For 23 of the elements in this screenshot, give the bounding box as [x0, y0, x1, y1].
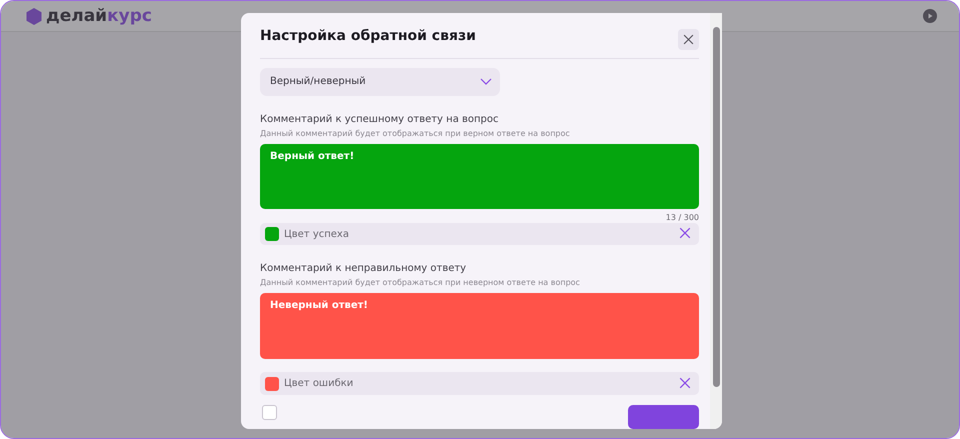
field-hint: Данный комментарий будет отображаться при верном ответе на вопрос: [260, 128, 571, 138]
logo-text: делай: [46, 6, 108, 26]
color-picker[interactable]: Цвет ошибки: [260, 372, 699, 395]
feedback-type-select[interactable]: Верный/неверный: [260, 68, 500, 96]
field-label: Комментарий к неправильному ответу: [260, 263, 468, 274]
chevron-down-icon: [480, 78, 492, 86]
scrollbar[interactable]: [710, 13, 722, 429]
field-hint: Данный комментарий будет отображаться при неверном ответе на вопрос: [260, 278, 581, 288]
close-icon: [679, 227, 691, 240]
comment-field[interactable]: Верный ответ!: [260, 144, 699, 210]
checkbox[interactable]: [262, 405, 277, 420]
logo-text: курс: [107, 6, 152, 26]
clear-button[interactable]: [679, 376, 693, 391]
dialog-title: Настройка обратной связи: [260, 28, 476, 44]
comment-field[interactable]: Неверный ответ!: [260, 293, 699, 360]
close-icon: [683, 34, 694, 46]
field-label: Комментарий к успешному ответу на вопрос: [260, 114, 500, 125]
close-icon: [679, 376, 691, 389]
close-button[interactable]: [678, 29, 699, 50]
color-picker[interactable]: Цвет успеха: [260, 222, 699, 246]
play-icon[interactable]: [923, 9, 937, 23]
cube-icon: [26, 8, 42, 24]
character-counter: 13 / 300: [666, 213, 699, 223]
